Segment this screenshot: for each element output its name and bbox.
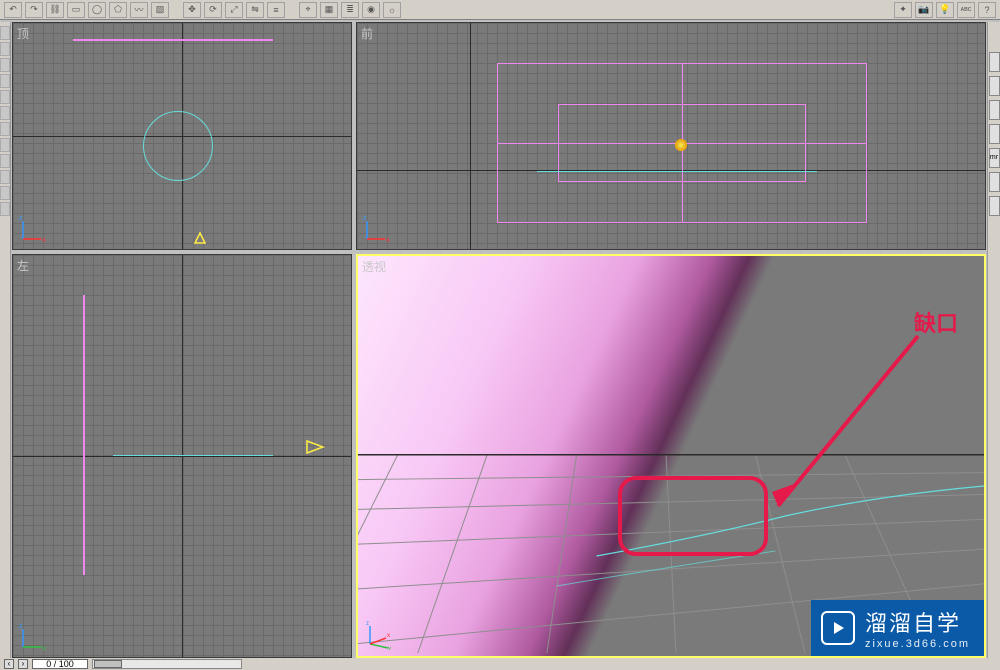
svg-text:x: x bbox=[42, 237, 46, 243]
svg-text:y: y bbox=[42, 645, 46, 651]
timeline-bar: ‹ › 0 / 100 bbox=[0, 658, 1000, 670]
axis-y bbox=[182, 255, 183, 657]
pivot-marker-icon bbox=[675, 139, 687, 151]
right-dock: mr bbox=[987, 22, 1000, 658]
shape-edge bbox=[113, 455, 273, 456]
viewport-label: 前 bbox=[361, 25, 373, 42]
shape-edge bbox=[83, 295, 85, 575]
tool-align-icon[interactable]: ≡ bbox=[267, 2, 285, 18]
svg-text:x: x bbox=[386, 237, 390, 243]
axis-gizmo-icon: z x y bbox=[364, 620, 394, 650]
tool-snap-icon[interactable]: ⌖ bbox=[299, 2, 317, 18]
axis-gizmo-icon: z y bbox=[19, 621, 49, 651]
left-dock-item-icon[interactable] bbox=[0, 90, 10, 104]
top-toolbar: ↶ ↷ ⛓ ▭ ◯ ⬠ 〰 ▧ ✥ ⟳ ⤢ ⇋ ≡ ⌖ ▦ ≣ ◉ ☼ ✦ 📷 … bbox=[0, 0, 1000, 20]
tool-abc-icon[interactable]: ᴀʙᴄ bbox=[957, 2, 975, 18]
timeline-scrollbar[interactable] bbox=[92, 659, 242, 669]
tool-undo-icon[interactable]: ↶ bbox=[4, 2, 22, 18]
left-dock-item-icon[interactable] bbox=[0, 74, 10, 88]
annotation-highlight-box bbox=[618, 476, 768, 556]
viewport-perspective[interactable]: 透视 缺口 z x y 溜溜 bbox=[356, 254, 986, 658]
svg-text:z: z bbox=[363, 215, 367, 222]
right-dock-item-icon[interactable] bbox=[989, 76, 1000, 96]
svg-text:y: y bbox=[388, 646, 391, 650]
watermark-url: zixue.3d66.com bbox=[865, 638, 970, 650]
timeline-scrollbar-thumb[interactable] bbox=[94, 660, 122, 668]
viewport-front[interactable]: 前 z x bbox=[356, 22, 986, 250]
axis-gizmo-icon: z x bbox=[19, 213, 49, 243]
left-dock-item-icon[interactable] bbox=[0, 42, 10, 56]
playhead-marker-icon bbox=[305, 437, 325, 457]
tool-scale-icon[interactable]: ⤢ bbox=[225, 2, 243, 18]
left-dock-item-icon[interactable] bbox=[0, 154, 10, 168]
tool-select-circle-icon[interactable]: ◯ bbox=[88, 2, 106, 18]
tool-select-lasso-icon[interactable]: 〰 bbox=[130, 2, 148, 18]
tool-select-poly-icon[interactable]: ⬠ bbox=[109, 2, 127, 18]
tool-layers-icon[interactable]: ≣ bbox=[341, 2, 359, 18]
watermark-badge: 溜溜自学 zixue.3d66.com bbox=[811, 600, 984, 656]
left-dock-item-icon[interactable] bbox=[0, 170, 10, 184]
tool-grid-icon[interactable]: ▦ bbox=[320, 2, 338, 18]
svg-text:z: z bbox=[366, 621, 369, 627]
tool-redo-icon[interactable]: ↷ bbox=[25, 2, 43, 18]
shape-edge bbox=[537, 171, 817, 172]
tool-select-window-icon[interactable]: ▧ bbox=[151, 2, 169, 18]
floor-grid-icon bbox=[358, 256, 984, 653]
tool-fx-icon[interactable]: ✦ bbox=[894, 2, 912, 18]
tool-rotate-icon[interactable]: ⟳ bbox=[204, 2, 222, 18]
timeline-prev-icon[interactable]: ‹ bbox=[4, 659, 14, 669]
left-dock bbox=[0, 22, 11, 658]
tool-select-rect-icon[interactable]: ▭ bbox=[67, 2, 85, 18]
tool-mirror-icon[interactable]: ⇋ bbox=[246, 2, 264, 18]
watermark-title: 溜溜自学 bbox=[865, 606, 970, 638]
svg-text:x: x bbox=[387, 633, 390, 639]
right-dock-item-icon[interactable] bbox=[989, 172, 1000, 192]
left-dock-item-icon[interactable] bbox=[0, 122, 10, 136]
left-dock-item-icon[interactable] bbox=[0, 138, 10, 152]
svg-text:z: z bbox=[19, 215, 23, 222]
viewport-label: 左 bbox=[17, 257, 29, 274]
frame-display: 0 / 100 bbox=[32, 659, 88, 669]
tool-light-icon[interactable]: 💡 bbox=[936, 2, 954, 18]
viewport-label: 透视 bbox=[362, 258, 386, 275]
play-icon bbox=[821, 611, 855, 645]
tool-render-icon[interactable]: ☼ bbox=[383, 2, 401, 18]
left-dock-item-icon[interactable] bbox=[0, 26, 10, 40]
tool-move-icon[interactable]: ✥ bbox=[183, 2, 201, 18]
right-dock-mr-badge[interactable]: mr bbox=[989, 148, 1000, 168]
left-dock-item-icon[interactable] bbox=[0, 58, 10, 72]
svg-text:z: z bbox=[19, 623, 23, 630]
right-dock-item-icon[interactable] bbox=[989, 196, 1000, 216]
timeline-next-icon[interactable]: › bbox=[18, 659, 28, 669]
axis-y bbox=[470, 23, 471, 249]
left-dock-item-icon[interactable] bbox=[0, 106, 10, 120]
right-dock-item-icon[interactable] bbox=[989, 124, 1000, 144]
right-dock-item-icon[interactable] bbox=[989, 100, 1000, 120]
playhead-marker-icon bbox=[193, 231, 207, 245]
left-dock-item-icon[interactable] bbox=[0, 202, 10, 216]
left-dock-item-icon[interactable] bbox=[0, 186, 10, 200]
tool-link-icon[interactable]: ⛓ bbox=[46, 2, 64, 18]
shape-edge bbox=[73, 39, 273, 41]
viewport-left[interactable]: 左 z y bbox=[12, 254, 352, 658]
axis-gizmo-icon: z x bbox=[363, 213, 393, 243]
viewport-grid: 顶 z x 前 bbox=[12, 22, 986, 658]
tool-help-icon[interactable]: ? bbox=[978, 2, 996, 18]
tool-material-icon[interactable]: ◉ bbox=[362, 2, 380, 18]
right-dock-item-icon[interactable] bbox=[989, 52, 1000, 72]
shape-circle bbox=[143, 111, 213, 181]
viewport-top[interactable]: 顶 z x bbox=[12, 22, 352, 250]
viewport-label: 顶 bbox=[17, 25, 29, 42]
tool-camera-icon[interactable]: 📷 bbox=[915, 2, 933, 18]
